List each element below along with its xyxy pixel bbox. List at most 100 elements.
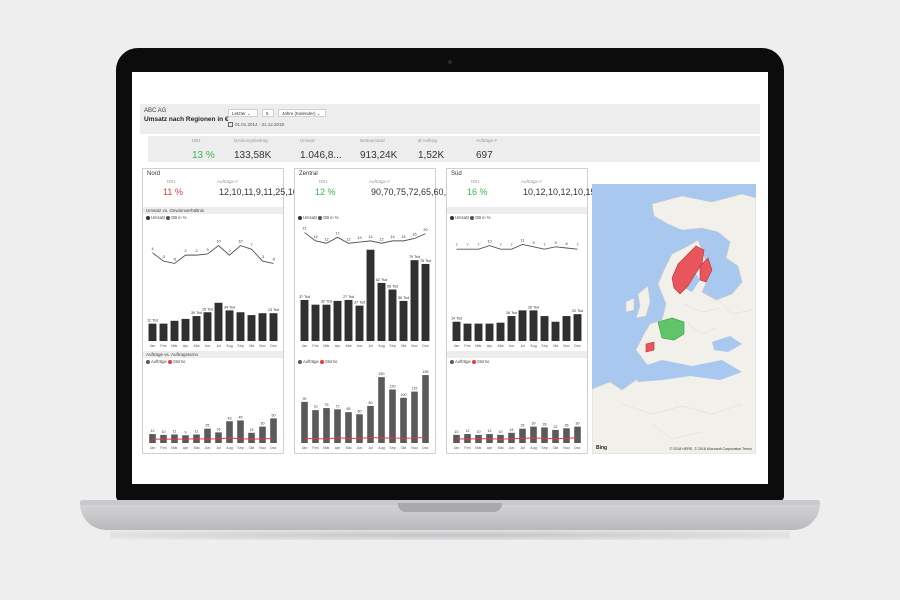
month-tick-label: Nov: [259, 446, 266, 450]
orders-data-label: 12: [466, 429, 470, 433]
orders-data-label: 11: [173, 429, 177, 433]
month-tick-label: Dez: [422, 446, 429, 450]
orders-bar: [422, 375, 429, 443]
month-tick-label: Jul: [216, 446, 221, 450]
calendar-icon: [228, 122, 233, 128]
month-tick-label: Nov: [563, 446, 570, 450]
month-tick-label: Jul: [368, 446, 373, 450]
db-data-label: 14: [368, 235, 372, 239]
db-data-label: 9: [532, 241, 534, 245]
db-data-label: 14: [313, 235, 317, 239]
month-tick-label: Jul: [520, 344, 525, 348]
orders-data-label: 43: [228, 416, 232, 420]
orders-bar: [215, 432, 222, 443]
orders-bar: [312, 410, 319, 443]
legend-db-label: DB in %: [171, 215, 187, 220]
umsatz-legend: Umsatz DB in %: [146, 215, 187, 220]
orders-data-label: 75: [325, 403, 329, 407]
legend-stornos-marker: [320, 359, 325, 364]
orders-data-label: 60: [358, 409, 362, 413]
period-unit-dropdown[interactable]: Jahre (Kalender) ⌄: [278, 109, 326, 117]
legend-umsatz-marker: [146, 215, 150, 220]
region-db1-label: DB1: [319, 179, 328, 184]
section-auftraege-band: [447, 351, 587, 358]
month-tick-label: Okt: [401, 344, 407, 348]
legend-db-marker: [470, 215, 475, 220]
kpi-value: 1,52K: [418, 150, 445, 161]
umsatz-legend: Umsatz DB in %: [298, 215, 339, 220]
orders-bar: [574, 426, 581, 443]
umsatz-bar: [148, 323, 157, 341]
orders-chart: 90 Jan 70 Feb 75 Mär 72 Apr 65 Mai 60 Jun 80 Jul 150 Au…: [301, 370, 429, 450]
umsatz-bar: [518, 310, 527, 341]
db-data-label: 12: [346, 237, 350, 241]
umsatz-bar: [322, 304, 331, 341]
kpi-label: Ø Auftrag: [418, 138, 438, 143]
bar-data-label: 22 Tsd: [572, 309, 583, 313]
db-data-label: 16: [412, 233, 416, 237]
legend-umsatz-label: Umsatz: [151, 215, 166, 220]
db-data-label: -3: [261, 255, 264, 259]
orders-data-label: 90: [303, 397, 307, 401]
month-tick-label: Feb: [312, 344, 318, 348]
db-data-label: 7: [477, 243, 479, 247]
legend-db-marker: [166, 215, 171, 220]
orders-data-label: 10: [477, 430, 481, 434]
orders-bar: [378, 377, 385, 443]
umsatz-bar: [225, 310, 234, 341]
orders-bar: [270, 418, 277, 443]
legend-orders-marker: [450, 359, 454, 364]
db-data-label: 7: [250, 243, 252, 247]
date-range: 01.01.2014 - 31.12.2018: [228, 122, 284, 128]
month-tick-label: Mär: [171, 446, 178, 450]
month-tick-label: Mai: [346, 446, 352, 450]
umsatz-bar: [573, 314, 582, 341]
kpi-label: Aufträge #: [476, 138, 497, 143]
umsatz-bar: [377, 282, 386, 341]
db-data-label: 7: [510, 243, 512, 247]
db-data-label: 2: [195, 249, 197, 253]
auftraege-legend: Aufträge Storno: [450, 359, 489, 364]
map-region-sued[interactable]: [645, 341, 655, 353]
orders-data-label: 30: [576, 422, 580, 426]
europe-map[interactable]: Bing © 2018 HERE, © 2018 Microsoft Corpo…: [592, 184, 756, 454]
period-mode-dropdown[interactable]: Letzter ⌄: [228, 109, 258, 117]
umsatz-bar: [551, 321, 560, 341]
umsatz-bar: [311, 304, 320, 341]
region-db1-value: 16 %: [467, 187, 488, 197]
legend-stornos-marker: [472, 359, 477, 364]
bar-data-label: 58 Tsd: [387, 285, 398, 289]
month-tick-label: Aug: [378, 446, 384, 450]
month-tick-label: Jun: [509, 446, 515, 450]
db-data-label: 12: [324, 237, 328, 241]
month-tick-label: Okt: [249, 344, 255, 348]
orders-data-label: 120: [390, 385, 396, 389]
bar-data-label: 23 Tsd: [268, 308, 279, 312]
legend-stornos-label: Storno: [477, 359, 490, 364]
legend-umsatz-label: Umsatz: [455, 215, 470, 220]
kpi-value: 133,58K: [234, 150, 272, 161]
orders-data-label: 80: [369, 401, 373, 405]
month-tick-label: Jul: [520, 446, 525, 450]
month-tick-label: Mai: [498, 446, 504, 450]
period-count-input[interactable]: 5: [262, 109, 274, 117]
map-copyright[interactable]: © 2018 HERE, © 2018 Microsoft Corporatio…: [670, 447, 752, 451]
legend-stornos-label: Storno: [325, 359, 338, 364]
orders-data-label: 70: [314, 405, 318, 409]
month-tick-label: Feb: [312, 446, 318, 450]
month-tick-label: Okt: [249, 446, 255, 450]
month-tick-label: Sep: [389, 344, 395, 348]
bar-data-label: 36 Tsd: [398, 296, 409, 300]
legend-orders-label: Aufträge: [151, 359, 167, 364]
month-tick-label: Jul: [216, 344, 221, 348]
orders-bar: [389, 389, 396, 443]
db-data-label: 10: [238, 240, 242, 244]
kpi-value: 697: [476, 150, 493, 161]
company-name: ABC AG: [144, 108, 167, 114]
bar-data-label: 32 Tsd: [321, 300, 332, 304]
umsatz-bar: [247, 315, 256, 341]
db-data-label: 17: [335, 231, 339, 235]
orders-bar: [400, 397, 407, 443]
orders-data-label: 25: [206, 424, 210, 428]
section-spacer: [295, 207, 435, 214]
